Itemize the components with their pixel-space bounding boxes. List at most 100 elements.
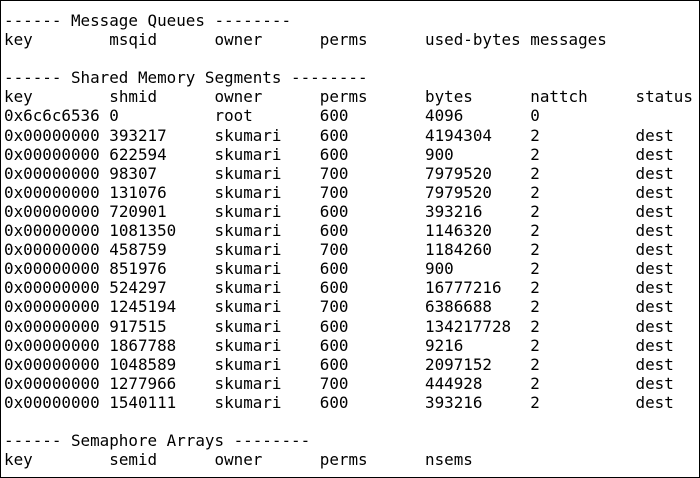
shared-memory-row-cell: skumari xyxy=(214,392,282,412)
shared-memory-row-cell: 393216 xyxy=(425,392,483,412)
shared-memory-row-cell: skumari xyxy=(214,278,282,298)
shared-memory-row-cell: 1081350 xyxy=(109,221,177,241)
shared-memory-row-cell: 700 xyxy=(319,182,349,202)
shared-memory-row-cell: 600 xyxy=(319,201,349,221)
shared-memory-row: 0x00000000 851976 skumari 600 900 2 dest xyxy=(4,259,693,278)
shared-memory-row-cell: dest xyxy=(635,392,674,412)
shared-memory-row: 0x00000000 458759 skumari 700 1184260 2 … xyxy=(4,240,693,259)
shared-memory-row-cell: 131076 xyxy=(109,182,167,202)
shared-memory-row-cell: dest xyxy=(635,373,674,393)
shared-memory-row-cell: 0x00000000 xyxy=(4,221,100,241)
shared-memory-row: 0x00000000 131076 skumari 700 7979520 2 … xyxy=(4,183,693,202)
shared-memory-row-cell: 0x00000000 xyxy=(4,259,100,279)
message-queues-column-header-cell: used-bytes xyxy=(425,30,521,50)
shared-memory-row-cell: 0x00000000 xyxy=(4,392,100,412)
shared-memory-row: 0x00000000 1048589 skumari 600 2097152 2… xyxy=(4,355,693,374)
shared-memory-row-cell: 700 xyxy=(319,297,349,317)
shared-memory-row-cell: 600 xyxy=(319,259,349,279)
shared-memory-row-cell: 0x00000000 xyxy=(4,125,100,145)
shared-memory-row-cell: dest xyxy=(635,316,674,336)
shared-memory-row-cell: 600 xyxy=(319,221,349,241)
shared-memory-row-cell: 0x00000000 xyxy=(4,201,100,221)
shared-memory-column-header-cell: key xyxy=(4,87,33,107)
shared-memory-row-cell: 98307 xyxy=(109,163,158,183)
terminal-window: ------ Message Queues -------- key msqid … xyxy=(0,0,700,478)
shared-memory-row-cell: 2 xyxy=(530,240,540,260)
shared-memory-row-cell: 7979520 xyxy=(425,182,492,202)
shared-memory-row-cell: skumari xyxy=(214,201,282,221)
shared-memory-row-cell: 700 xyxy=(319,240,349,260)
semaphore-arrays-column-header-cell: perms xyxy=(319,450,368,470)
shared-memory-row-cell: 0x00000000 xyxy=(4,354,100,374)
shared-memory-row-cell: 2 xyxy=(530,335,540,355)
shared-memory-row-cell: dest xyxy=(635,182,674,202)
shared-memory-row-cell: 0 xyxy=(109,106,119,126)
semaphore-arrays-column-header: key semid owner perms nsems xyxy=(4,450,693,469)
shared-memory-row-cell: skumari xyxy=(214,354,282,374)
shared-memory-row-cell: 458759 xyxy=(109,240,167,260)
semaphore-arrays-column-header-cell: owner xyxy=(214,450,263,470)
shared-memory-row: 0x6c6c6536 0 root 600 4096 0 xyxy=(4,106,693,125)
shared-memory-row-cell: 917515 xyxy=(109,316,167,336)
shared-memory-row-cell: 2097152 xyxy=(425,354,493,374)
shared-memory-column-header-cell: owner xyxy=(214,87,263,107)
shared-memory-row-cell: dest xyxy=(635,221,674,241)
shared-memory-row-cell: 0x00000000 xyxy=(4,278,100,298)
shared-memory-row-cell: skumari xyxy=(214,221,282,241)
shared-memory-row-cell: 2 xyxy=(530,373,540,393)
shared-memory-column-header: key shmid owner perms bytes nattch statu… xyxy=(4,87,693,106)
shared-memory-row-cell: 6386688 xyxy=(425,297,493,317)
shared-memory-row-cell: 393216 xyxy=(425,201,483,221)
shared-memory-column-header-cell: shmid xyxy=(109,87,158,107)
shared-memory-row-cell: 1245194 xyxy=(109,297,177,317)
shared-memory-row-cell: dest xyxy=(635,163,674,183)
shared-memory-row-cell: skumari xyxy=(214,163,282,183)
shared-memory-row-cell: 2 xyxy=(530,163,540,183)
shared-memory-row: 0x00000000 393217 skumari 600 4194304 2 … xyxy=(4,126,693,145)
shared-memory-row: 0x00000000 917515 skumari 600 134217728 … xyxy=(4,317,693,336)
shared-memory-row-cell: dest xyxy=(635,144,674,164)
shared-memory-row: 0x00000000 524297 skumari 600 16777216 2… xyxy=(4,278,693,297)
shared-memory-row: 0x00000000 1277966 skumari 700 444928 2 … xyxy=(4,374,693,393)
message-queues-column-header-cell: messages xyxy=(530,30,607,50)
shared-memory-row-cell: 2 xyxy=(530,297,540,317)
shared-memory-row-cell: 600 xyxy=(319,316,349,336)
shared-memory-row-cell: 9216 xyxy=(425,335,464,355)
shared-memory-row-cell: root xyxy=(214,106,253,126)
shared-memory-row-cell: 700 xyxy=(319,163,349,183)
shared-memory-row-cell: 0x00000000 xyxy=(4,373,100,393)
shared-memory-row-cell: 0x00000000 xyxy=(4,297,100,317)
semaphore-arrays-header: ------ Semaphore Arrays -------- xyxy=(4,431,311,451)
shared-memory-header: ------ Shared Memory Segments -------- xyxy=(4,68,368,88)
shared-memory-row-cell: 0 xyxy=(530,106,540,126)
shared-memory-row-cell: dest xyxy=(635,240,674,260)
shared-memory-row-cell: dest xyxy=(635,297,674,317)
shared-memory-row-cell: 4096 xyxy=(425,106,464,126)
shared-memory-column-header-cell: bytes xyxy=(425,87,473,107)
shared-memory-row-cell: 444928 xyxy=(425,373,483,393)
shared-memory-row: 0x00000000 622594 skumari 600 900 2 dest xyxy=(4,145,693,164)
shared-memory-row-cell: skumari xyxy=(214,240,282,260)
shared-memory-row-cell: 600 xyxy=(319,335,349,355)
semaphore-arrays-column-header-cell: semid xyxy=(109,450,158,470)
shared-memory-row: 0x00000000 98307 skumari 700 7979520 2 d… xyxy=(4,164,693,183)
shared-memory-row-cell: 600 xyxy=(319,106,349,126)
shared-memory-row-cell: skumari xyxy=(214,182,282,202)
shared-memory-row-cell: 720901 xyxy=(109,201,167,221)
shared-memory-row-cell: skumari xyxy=(214,259,282,279)
message-queues-column-header-cell: key xyxy=(4,30,33,50)
message-queues-column-header-cell: owner xyxy=(214,30,263,50)
semaphore-arrays-column-header-cell: key xyxy=(4,450,33,470)
shared-memory-row-cell: 0x00000000 xyxy=(4,335,100,355)
shared-memory-row-cell: 7979520 xyxy=(425,163,492,183)
shared-memory-row-cell: 524297 xyxy=(109,278,167,298)
shared-memory-row-cell: skumari xyxy=(214,316,282,336)
message-queues-column-header-cell: msqid xyxy=(109,30,158,50)
shared-memory-row-cell: 600 xyxy=(319,125,349,145)
shared-memory-row-cell: 0x00000000 xyxy=(4,144,100,164)
shared-memory-row-cell: 0x00000000 xyxy=(4,240,100,260)
shared-memory-row-cell: 0x00000000 xyxy=(4,163,100,183)
shared-memory-row: 0x00000000 1540111 skumari 600 393216 2 … xyxy=(4,393,693,412)
